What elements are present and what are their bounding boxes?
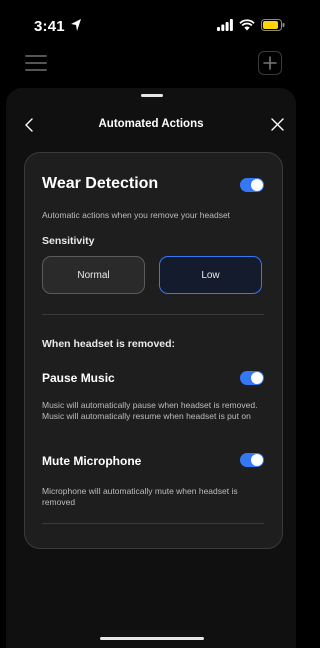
divider: [42, 314, 264, 315]
sensitivity-normal-button[interactable]: Normal: [42, 256, 145, 294]
status-bar: 3:41: [0, 0, 299, 50]
removed-section-heading: When headset is removed:: [42, 338, 176, 350]
signal-icon: [217, 19, 233, 31]
background-top-bar: [0, 50, 299, 80]
close-icon[interactable]: [271, 118, 284, 131]
battery-icon: [261, 19, 285, 31]
home-indicator[interactable]: [100, 637, 204, 640]
wear-detection-description: Automatic actions when you remove your h…: [42, 210, 231, 220]
plus-icon: [263, 56, 277, 70]
pause-music-description: Music will automatically pause when head…: [42, 400, 258, 421]
wear-detection-title: Wear Detection: [42, 175, 159, 192]
sheet-grabber[interactable]: [141, 94, 163, 97]
add-button[interactable]: [258, 51, 282, 75]
sensitivity-label: Sensitivity: [42, 235, 95, 247]
mute-microphone-title: Mute Microphone: [42, 454, 142, 468]
toggle-knob: [251, 454, 263, 466]
mute-microphone-description: Microphone will automatically mute when …: [42, 486, 238, 507]
automated-actions-sheet: Automated Actions Wear Detection Automat…: [6, 88, 296, 648]
menu-icon[interactable]: [25, 54, 47, 72]
sheet-title: Automated Actions: [98, 118, 204, 130]
pause-music-toggle[interactable]: [240, 371, 264, 385]
location-arrow-icon: [71, 19, 81, 31]
wifi-icon: [239, 19, 255, 31]
divider: [42, 523, 264, 524]
mute-microphone-toggle[interactable]: [240, 453, 264, 467]
pause-music-title: Pause Music: [42, 371, 115, 385]
status-indicators: [217, 18, 285, 32]
wear-detection-card: Wear Detection Automatic actions when yo…: [24, 152, 283, 549]
sensitivity-low-button[interactable]: Low: [159, 256, 262, 294]
status-time: 3:41: [34, 18, 65, 35]
toggle-knob: [251, 179, 263, 191]
toggle-knob: [251, 372, 263, 384]
wear-detection-toggle[interactable]: [240, 178, 264, 192]
